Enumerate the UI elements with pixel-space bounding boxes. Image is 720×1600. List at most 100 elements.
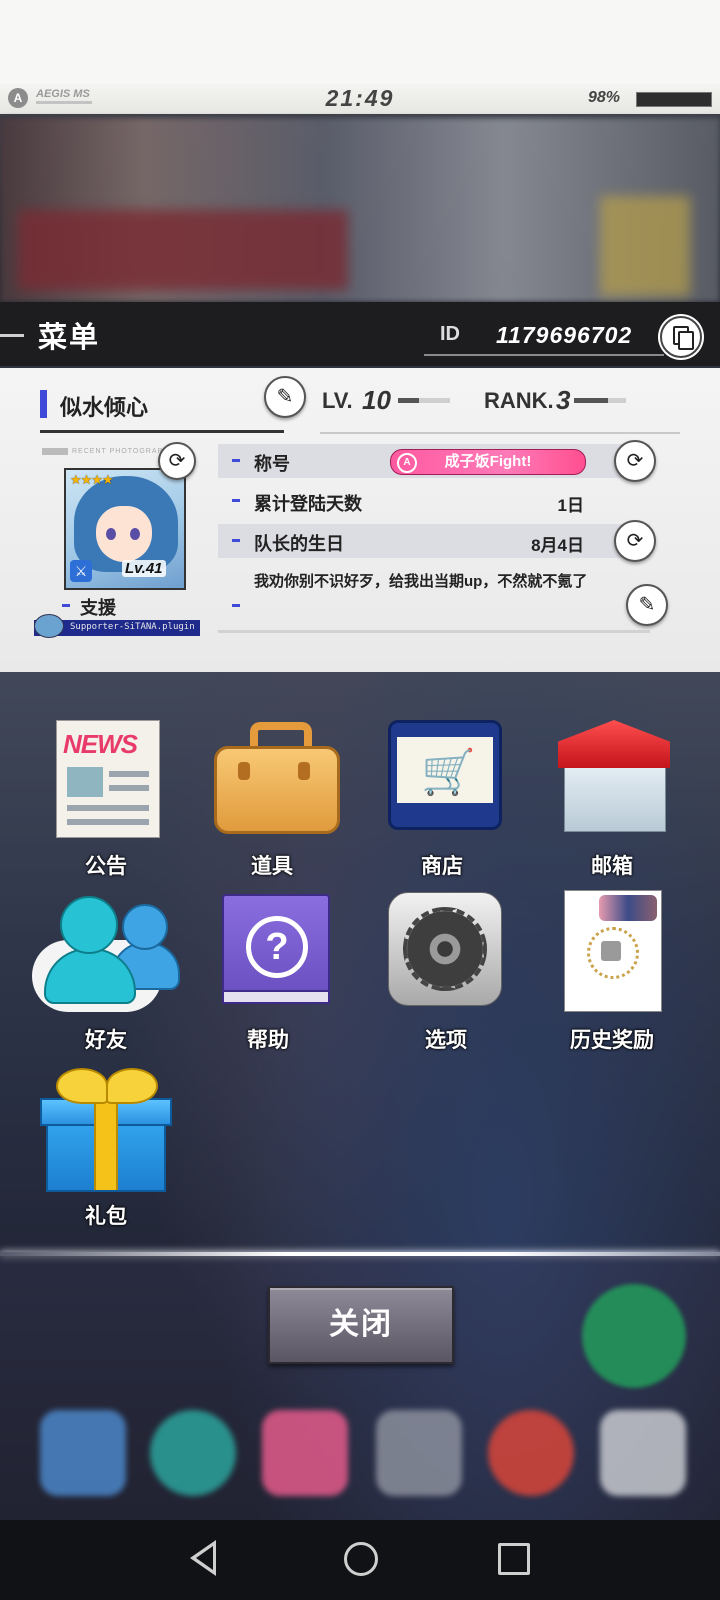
copy-id-button[interactable] (660, 316, 702, 358)
menu-label: 历史奖励 (570, 1029, 654, 1052)
plugin-text: Supporter-SiTANA.plugin (70, 622, 195, 632)
refresh-icon: ⟳ (168, 450, 186, 472)
history-rewards-icon (564, 890, 662, 1012)
menu-label: 公告 (85, 855, 127, 878)
avatar-level: Lv.41 (122, 560, 166, 577)
blurred-app-icon (600, 1410, 686, 1496)
player-name: 似水倾心 (60, 395, 149, 420)
edit-message-button[interactable]: ✎ (626, 584, 668, 626)
system-nav-bar (0, 1520, 720, 1600)
player-id-value: 1179696702 (496, 322, 633, 348)
recent-apps-icon[interactable] (498, 1543, 530, 1575)
row-dash (232, 499, 240, 502)
blurred-banner-right (600, 196, 690, 296)
news-line (109, 785, 149, 791)
gear-shape (403, 907, 487, 991)
menu-item-shop[interactable]: 🛒 商店 (362, 716, 522, 878)
profile-message: 我劝你别不识好歹，给我出当期up，不然就不氪了 (254, 573, 588, 590)
menu-item-announcements[interactable]: NEWS 公告 (26, 716, 186, 878)
support-dash (62, 604, 70, 607)
menu-item-friends[interactable]: 好友 (26, 890, 186, 1052)
menu-label: 邮箱 (591, 855, 633, 878)
mailbox-lid (558, 720, 670, 768)
menu-item-mailbox[interactable]: 邮箱 (532, 716, 692, 878)
battery-bar (636, 92, 712, 107)
news-line (109, 771, 149, 777)
id-underline (424, 354, 664, 356)
recent-photo-tag (42, 448, 68, 455)
menu-header: 菜单 ID 1179696702 (0, 302, 720, 366)
blurred-banner (18, 210, 348, 290)
level-progress-bar (398, 398, 450, 403)
shopping-cart-icon: 🛒 (388, 720, 502, 830)
rarity-stars: ★★★★ (70, 472, 114, 487)
birthday-row: 队长的生日 8月4日 (218, 524, 650, 558)
refresh-icon: ⟳ (626, 450, 644, 472)
rank-progress-fill (574, 398, 608, 403)
history-characters (599, 895, 657, 921)
news-line (67, 805, 149, 811)
history-grid (601, 941, 621, 961)
leader-avatar[interactable]: ★★★★ ⚔ Lv.41 (64, 468, 186, 590)
title-row: 称号 A 成子饭Fight! (218, 444, 650, 478)
blurred-app-icon (262, 1410, 348, 1496)
news-icon: NEWS (56, 720, 160, 838)
pencil-icon: ✎ (638, 594, 656, 616)
weapon-type-icon: ⚔ (70, 560, 92, 582)
news-icon-text: NEWS (63, 729, 138, 759)
birthday-label: 队长的生日 (254, 534, 344, 554)
top-blank-area (0, 0, 720, 84)
cart-glyph: 🛒 (421, 748, 476, 797)
blurred-app-icon (40, 1410, 126, 1496)
support-label: 支援 (80, 598, 116, 618)
rank-progress-bar (574, 398, 626, 403)
recent-photo-label: RECENT PHOTOGRAPH (72, 448, 170, 455)
menu-label: 好友 (85, 1029, 127, 1052)
question-mark-icon: ? (246, 916, 308, 978)
home-icon[interactable] (344, 1542, 378, 1576)
briefcase-clasp (238, 762, 250, 780)
title-badge: A 成子饭Fight! (390, 449, 586, 475)
battery-percent: 98% (588, 89, 621, 106)
menu-item-history-rewards[interactable]: 历史奖励 (532, 890, 692, 1052)
menu-label: 帮助 (247, 1029, 289, 1052)
news-line (67, 819, 149, 825)
login-days-label: 累计登陆天数 (254, 494, 362, 514)
profile-panel: 似水倾心 ✎ LV. 10 RANK. 3 RECENT PHOTOGRAPH … (0, 368, 720, 672)
menu-item-items[interactable]: 道具 (192, 716, 352, 878)
rank-label: RANK. (484, 388, 554, 413)
blurred-app-icon (150, 1410, 236, 1496)
menu-label: 道具 (251, 855, 293, 878)
player-id-box: ID 1179696702 (424, 316, 680, 356)
change-title-button[interactable]: ⟳ (614, 440, 656, 482)
pencil-icon: ✎ (276, 386, 294, 408)
menu-item-help[interactable]: ? 帮助 (188, 890, 348, 1052)
avatar-eye (106, 528, 116, 540)
news-picture (67, 767, 103, 797)
menu-item-options[interactable]: 选项 (366, 890, 526, 1052)
level-progress-fill (398, 398, 419, 403)
menu-label: 礼包 (85, 1205, 127, 1228)
copy-icon-front (678, 331, 694, 350)
login-days-value: 1日 (557, 496, 584, 515)
header-dash (0, 334, 24, 337)
help-book-pages (222, 990, 330, 1004)
blurred-app-icon (488, 1410, 574, 1496)
badge-logo-icon: A (397, 453, 417, 473)
friend-head (122, 904, 168, 950)
back-icon-inner (196, 1546, 213, 1570)
message-dash (232, 604, 240, 607)
menu-item-gift-pack[interactable]: 礼包 (26, 1066, 186, 1228)
change-avatar-button[interactable]: ⟳ (158, 442, 196, 480)
avatar-eye (130, 528, 140, 540)
change-birthday-button[interactable]: ⟳ (614, 520, 656, 562)
gift-bow (106, 1068, 158, 1104)
blurred-phone-icon (582, 1284, 686, 1388)
name-underline (40, 430, 284, 433)
blurred-app-icon (376, 1410, 462, 1496)
close-button[interactable]: 关闭 (268, 1286, 454, 1364)
level-value: 10 (362, 385, 391, 415)
edit-name-button[interactable]: ✎ (264, 376, 306, 418)
menu-label: 选项 (425, 1029, 467, 1052)
gear-icon (388, 892, 502, 1006)
